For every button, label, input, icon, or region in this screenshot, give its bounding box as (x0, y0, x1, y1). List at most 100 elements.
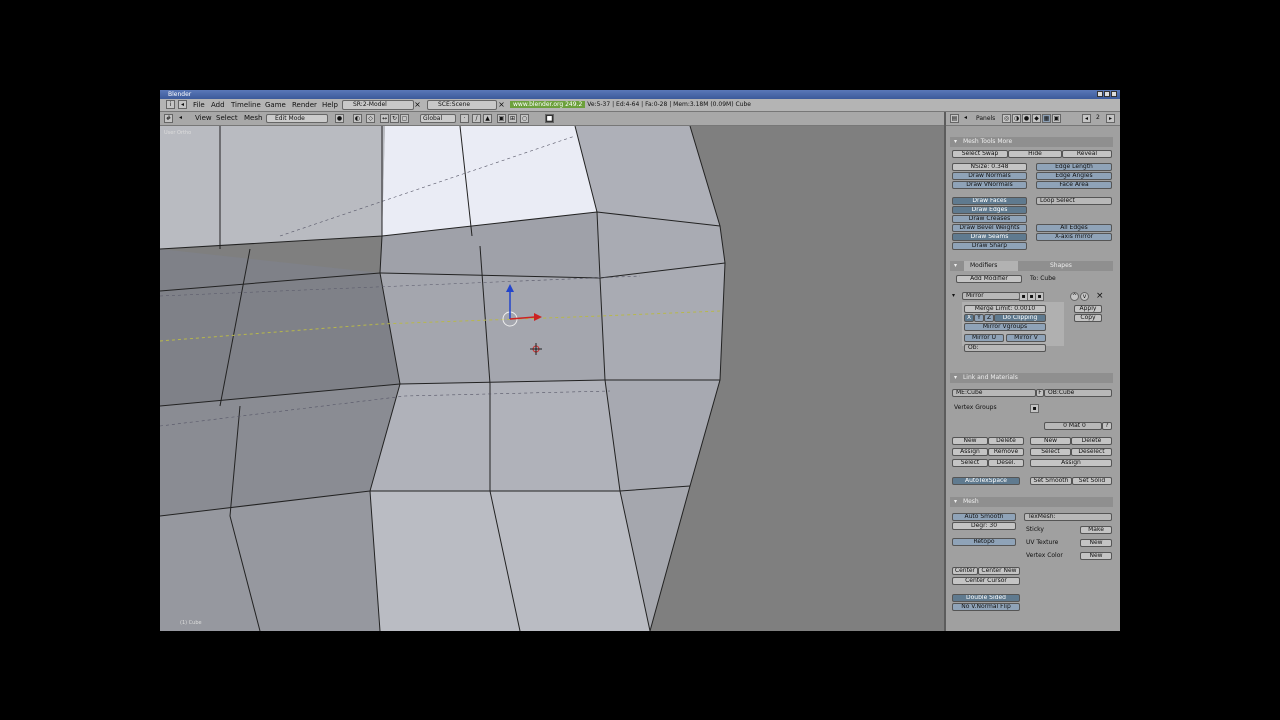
screen-delete-icon[interactable]: × (413, 100, 422, 110)
collapse-triangle-icon[interactable]: ▾ (954, 262, 957, 269)
material-menu-button[interactable]: ? (1102, 422, 1112, 430)
snap-icon[interactable]: ⊞ (508, 114, 517, 123)
loop-select-menu[interactable]: Loop Select (1036, 197, 1112, 205)
select-swap-button[interactable]: Select Swap (952, 150, 1008, 158)
hide-button[interactable]: Hide (1008, 150, 1062, 158)
menu-timeline[interactable]: Timeline (231, 100, 261, 110)
manipulator-icon[interactable]: ↔ (380, 114, 389, 123)
draw-edges-toggle[interactable]: Draw Edges (952, 206, 1027, 214)
center-button[interactable]: Center (952, 567, 978, 575)
double-sided-toggle[interactable]: Double Sided (952, 594, 1020, 602)
mirror-vgroups-toggle[interactable]: Mirror Vgroups (964, 323, 1046, 331)
edge-angles-toggle[interactable]: Edge Angles (1036, 172, 1112, 180)
merge-limit-field[interactable]: Merge Limit: 0.0010 (964, 305, 1046, 313)
draw-bevel-weights-toggle[interactable]: Draw Bevel Weights (952, 224, 1027, 232)
material-delete-button[interactable]: Delete (1071, 437, 1112, 445)
mesh-datablock-field[interactable]: ME:Cube (952, 389, 1036, 397)
frame-next-icon[interactable]: ▸ (1106, 114, 1115, 123)
vertex-color-new-button[interactable]: New (1080, 552, 1112, 560)
texmesh-field[interactable]: TexMesh: (1024, 513, 1112, 521)
scale-icon[interactable]: ▢ (400, 114, 409, 123)
mirror-u-toggle[interactable]: Mirror U (964, 334, 1004, 342)
tab-modifiers[interactable]: Modifiers (964, 261, 1018, 271)
rotate-icon[interactable]: ↻ (390, 114, 399, 123)
script-context-icon[interactable]: ◑ (1012, 114, 1021, 123)
draw-creases-toggle[interactable]: Draw Creases (952, 215, 1027, 223)
copy-button[interactable]: Copy (1074, 314, 1102, 322)
nsize-field[interactable]: NSize: 0.348 (952, 163, 1027, 171)
modifier-expand-icon[interactable]: ▾ (952, 292, 955, 300)
render-icon[interactable]: ■ (545, 114, 554, 123)
vgroup-deselect-button[interactable]: Desel. (988, 459, 1024, 467)
modifier-name-field[interactable]: Mirror (962, 292, 1020, 300)
draw-seams-toggle[interactable]: Draw Seams (952, 233, 1027, 241)
draw-vnormals-toggle[interactable]: Draw VNormals (952, 181, 1027, 189)
all-edges-toggle[interactable]: All Edges (1036, 224, 1112, 232)
edge-select-icon[interactable]: / (472, 114, 481, 123)
maximize-button[interactable] (1104, 91, 1110, 97)
vgroup-delete-button[interactable]: Delete (988, 437, 1024, 445)
window-type-icon[interactable]: i (166, 100, 175, 109)
close-button[interactable] (1111, 91, 1117, 97)
mirror-z-toggle[interactable]: Z (984, 314, 994, 322)
face-area-toggle[interactable]: Face Area (1036, 181, 1112, 189)
mirror-object-field[interactable]: Ob: (964, 344, 1046, 352)
mirror-v-toggle[interactable]: Mirror V (1006, 334, 1046, 342)
menu-add[interactable]: Add (211, 100, 225, 110)
vgroup-assign-button[interactable]: Assign (952, 448, 988, 456)
vgroup-remove-button[interactable]: Remove (988, 448, 1024, 456)
reveal-button[interactable]: Reveal (1062, 150, 1112, 158)
draw-faces-toggle[interactable]: Draw Faces (952, 197, 1027, 205)
scene-selector[interactable]: SCE:Scene (427, 100, 497, 110)
menu-render[interactable]: Render (292, 100, 317, 110)
occlude-icon[interactable]: ▣ (497, 114, 506, 123)
material-deselect-button[interactable]: Deselect (1071, 448, 1112, 456)
modifier-editmode-icon[interactable]: ▪ (1035, 292, 1044, 301)
fake-user-button[interactable]: F (1036, 389, 1044, 397)
vgroup-menu-icon[interactable]: ▪ (1030, 404, 1039, 413)
do-clipping-toggle[interactable]: Do Clipping (994, 314, 1046, 322)
mirror-y-toggle[interactable]: Y (974, 314, 984, 322)
autotexspace-toggle[interactable]: AutoTexSpace (952, 477, 1020, 485)
uv-texture-new-button[interactable]: New (1080, 539, 1112, 547)
menu-file[interactable]: File (193, 100, 205, 110)
center-new-button[interactable]: Center New (978, 567, 1020, 575)
apply-button[interactable]: Apply (1074, 305, 1102, 313)
mesh-panel-header[interactable]: ▾ Mesh (950, 497, 1113, 507)
editor-type-icon[interactable]: # (164, 114, 173, 123)
material-assign-button[interactable]: Assign (1030, 459, 1112, 467)
pivot-icon[interactable]: ◇ (366, 114, 375, 123)
xaxis-mirror-toggle[interactable]: X-axis mirror (1036, 233, 1112, 241)
shading-context-icon[interactable]: ● (1022, 114, 1031, 123)
modifier-move-down-icon[interactable]: v (1080, 292, 1089, 301)
menu-view[interactable]: View (195, 114, 212, 123)
orientation-selector[interactable]: Global (420, 114, 456, 123)
object-context-icon[interactable]: ◆ (1032, 114, 1041, 123)
menu-select[interactable]: Select (216, 114, 238, 123)
logic-context-icon[interactable]: ◎ (1002, 114, 1011, 123)
vgroup-select-button[interactable]: Select (952, 459, 988, 467)
draw-sharp-toggle[interactable]: Draw Sharp (952, 242, 1027, 250)
shading-icon[interactable]: ◐ (353, 114, 362, 123)
object-datablock-field[interactable]: OB:Cube (1044, 389, 1112, 397)
modifier-move-up-icon[interactable]: ^ (1070, 292, 1079, 301)
tab-shapes[interactable]: Shapes (1050, 261, 1072, 271)
3d-viewport[interactable]: User Ortho (1) Cube (160, 126, 944, 631)
material-select-button[interactable]: Select (1030, 448, 1071, 456)
draw-normals-toggle[interactable]: Draw Normals (952, 172, 1027, 180)
frame-prev-icon[interactable]: ◂ (1082, 114, 1091, 123)
minimize-button[interactable] (1097, 91, 1103, 97)
mode-selector[interactable]: Edit Mode (266, 114, 328, 123)
screen-selector[interactable]: SR:2-Model (342, 100, 414, 110)
edge-length-toggle[interactable]: Edge Length (1036, 163, 1112, 171)
center-cursor-button[interactable]: Center Cursor (952, 577, 1020, 585)
buttons-editor-icon[interactable]: ▤ (950, 114, 959, 123)
set-solid-button[interactable]: Set Solid (1072, 477, 1112, 485)
vgroup-new-button[interactable]: New (952, 437, 988, 445)
scene-delete-icon[interactable]: × (497, 100, 506, 110)
draw-type-icon[interactable]: ● (335, 114, 344, 123)
set-smooth-button[interactable]: Set Smooth (1030, 477, 1072, 485)
mirror-x-toggle[interactable]: X (964, 314, 974, 322)
menu-collapse-icon[interactable]: ◂ (178, 100, 187, 109)
modifier-delete-icon[interactable]: × (1096, 292, 1104, 301)
